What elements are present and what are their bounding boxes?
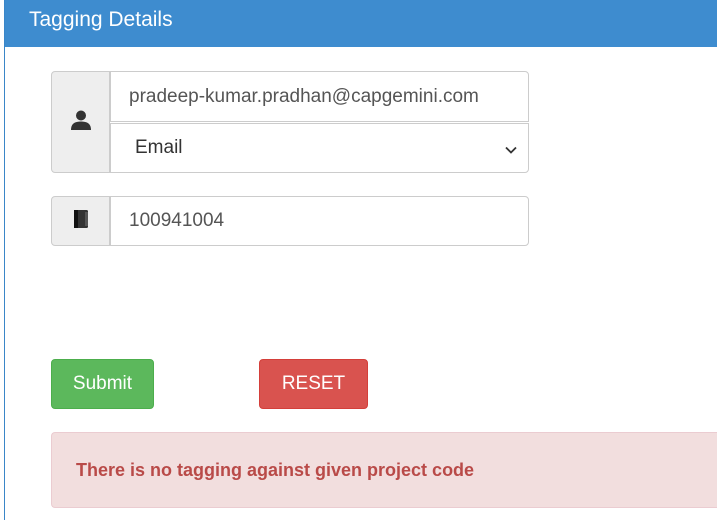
chevron-down-icon <box>504 141 518 155</box>
error-alert: There is no tagging against given projec… <box>51 432 717 508</box>
reset-button[interactable]: RESET <box>259 359 368 409</box>
alert-message: There is no tagging against given projec… <box>76 459 475 480</box>
submit-button[interactable]: Submit <box>51 359 154 409</box>
project-code-addon <box>51 196 110 246</box>
panel-title: Tagging Details <box>5 0 717 47</box>
user-addon <box>51 71 110 173</box>
book-icon <box>71 208 91 235</box>
tagging-details-panel: Tagging Details pradeep-kumar.pradhan@ca… <box>4 0 717 520</box>
email-input[interactable]: pradeep-kumar.pradhan@capgemini.com <box>110 71 529 122</box>
id-type-selected: Email <box>135 137 183 158</box>
id-type-select[interactable]: Email <box>110 123 529 173</box>
project-code-input[interactable]: 100941004 <box>110 196 529 246</box>
user-icon <box>70 109 92 136</box>
